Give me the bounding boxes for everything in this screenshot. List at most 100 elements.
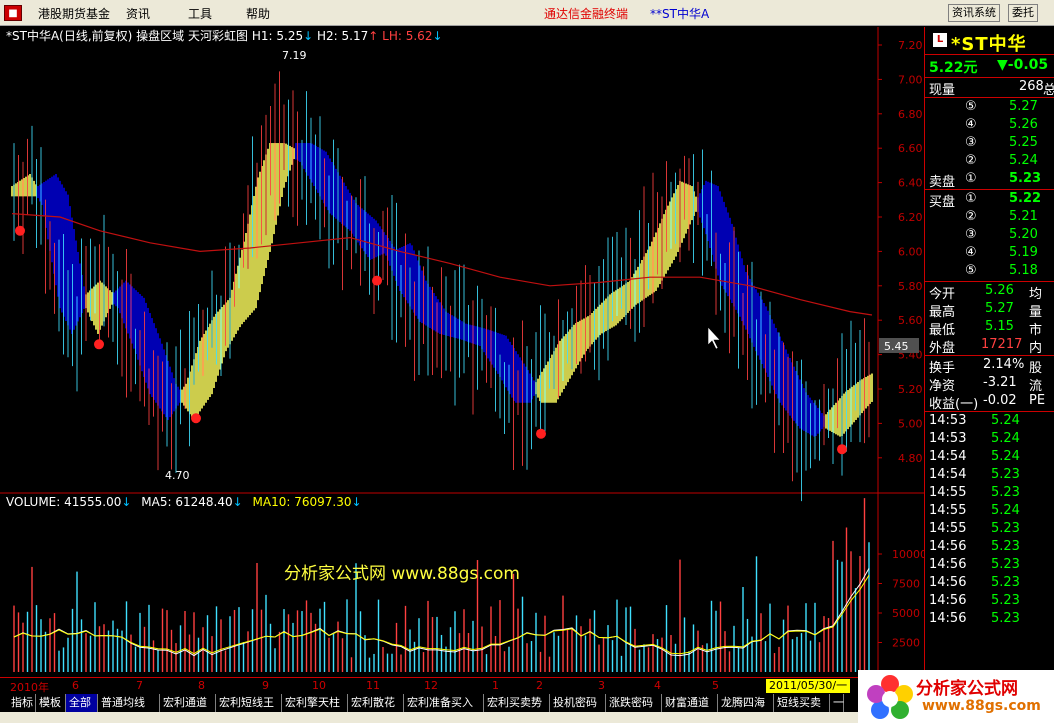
lh-value: 5.62 xyxy=(405,29,433,43)
sell-level-price: 5.27 xyxy=(1009,99,1038,114)
tab-14[interactable]: 短线买卖 xyxy=(774,694,830,712)
tab-7[interactable]: 宏利散花 xyxy=(348,694,404,712)
price-tick-label: 5.80 xyxy=(898,280,923,293)
stat-label: 今开 xyxy=(929,287,956,302)
time-tick: 2010年 xyxy=(10,681,49,694)
menu-help[interactable]: 帮助 xyxy=(246,5,270,22)
quote-stock-name: *ST中华 xyxy=(951,34,1027,55)
trade-button[interactable]: 委托 xyxy=(1008,4,1038,22)
time-tick: 7 xyxy=(136,679,143,692)
quote-header: L *ST中华 xyxy=(925,27,1054,55)
stat-label: 量 xyxy=(1029,305,1043,320)
quote-row: 14:55 5.23 xyxy=(925,521,1054,539)
tab-2[interactable]: 全部 xyxy=(66,694,98,712)
chart-stock-name: *ST中华A(日线,前复权) xyxy=(6,29,133,43)
tab-1[interactable]: 模板 xyxy=(36,694,66,712)
buy-signal-icon xyxy=(15,225,25,236)
tab-13[interactable]: 龙腾四海 xyxy=(718,694,774,712)
time-tick: 12 xyxy=(424,679,438,692)
price-tick-label: 6.60 xyxy=(898,142,923,155)
chart-canvas[interactable]: 7.207.006.806.606.406.206.005.805.605.40… xyxy=(0,27,924,677)
tick-price: 5.24 xyxy=(991,431,1020,446)
cursor-date: 2011/05/30/一 xyxy=(766,679,851,693)
sell-level-price: 5.26 xyxy=(1009,117,1038,132)
tick-time: 14:55 xyxy=(929,521,967,536)
menu-futures[interactable]: 港股期货基金 xyxy=(38,5,110,22)
kline-chart[interactable]: 7.20 7.00 6.80 6.60 6.40 6.20 6.00 5.80 5.60 5.40… xyxy=(0,27,924,677)
tick-price: 5.24 xyxy=(991,449,1020,464)
flower-logo-icon xyxy=(867,675,913,719)
volume-tick-label: 7500 xyxy=(892,578,920,591)
buy-level-price: 5.20 xyxy=(1009,227,1038,242)
tab-4[interactable]: 宏利通道 xyxy=(160,694,216,712)
chart-header: *ST中华A(日线,前复权) 操盘区域 天河彩虹图 H1: 5.25↓ H2: … xyxy=(6,27,443,44)
price-tick-label: 6.40 xyxy=(898,177,923,190)
quote-row: 14:56 5.23 xyxy=(925,593,1054,611)
tab-3[interactable]: 普通均线 xyxy=(98,694,160,712)
h1-label: H1: xyxy=(251,29,273,43)
volume-value: 268 xyxy=(1019,79,1044,94)
tab-0[interactable]: 指标 xyxy=(8,694,36,712)
price-change: ▼-0.05 xyxy=(997,57,1049,73)
tab-9[interactable]: 宏利买卖势 xyxy=(484,694,550,712)
divider xyxy=(925,411,1054,412)
stat-value: 5.15 xyxy=(985,319,1014,334)
ma10-label: MA10: xyxy=(252,495,291,509)
sell-level-index: ④ xyxy=(965,117,977,132)
app-logo-icon: ■ xyxy=(4,5,22,21)
chart-subtitle: 天河彩虹图 xyxy=(188,29,249,43)
stat-label: 换手 xyxy=(929,361,956,376)
time-tick: 5 xyxy=(712,679,719,692)
logo-title: 分析家公式网 xyxy=(916,679,1018,699)
tab-6[interactable]: 宏利擎天柱 xyxy=(282,694,348,712)
tab-11[interactable]: 涨跌密码 xyxy=(606,694,662,712)
tick-price: 5.23 xyxy=(991,611,1020,626)
price-tick-label: 7.00 xyxy=(898,73,923,86)
tick-price: 5.24 xyxy=(991,413,1020,428)
tab-10[interactable]: 投机密码 xyxy=(550,694,606,712)
divider xyxy=(925,281,1054,282)
buy-level-price: 5.22 xyxy=(1009,191,1042,206)
stat-label: 外盘 xyxy=(929,341,956,356)
divider xyxy=(925,189,1054,190)
low-price-label: 4.70 xyxy=(165,469,190,482)
stat-label: 市 xyxy=(1029,323,1043,338)
sell-level-index: ⑤ xyxy=(965,99,977,114)
stat-value: 2.14% xyxy=(983,357,1025,372)
tick-time: 14:56 xyxy=(929,611,967,626)
down-arrow-icon: ↓ xyxy=(351,495,362,509)
menu-tools[interactable]: 工具 xyxy=(188,5,212,22)
h2-label: H2: xyxy=(317,29,338,43)
tick-time: 14:53 xyxy=(929,413,967,428)
stat-value: -3.21 xyxy=(983,375,1017,390)
divider xyxy=(925,77,1054,78)
tab-12[interactable]: 财富通道 xyxy=(662,694,718,712)
time-tick: 11 xyxy=(366,679,380,692)
quote-row: 换手 2.14% 股 xyxy=(925,357,1054,376)
chart-indicator-name: 操盘区域 xyxy=(136,29,185,43)
time-tick: 2 xyxy=(536,679,543,692)
stat-label: 均 xyxy=(1029,287,1043,302)
h1-value: 5.25 xyxy=(276,29,304,43)
menu-bar: ■ 港股期货基金 资讯 工具 帮助 通达信金融终端 **ST中华A 资讯系统 委… xyxy=(0,0,1054,26)
level2-badge: L xyxy=(933,33,947,47)
tab-8[interactable]: 宏利准备买入 xyxy=(404,694,484,712)
ma5-label: MA5: xyxy=(141,495,172,509)
stat-label: 流 xyxy=(1029,379,1043,394)
price-tick-label: 6.00 xyxy=(898,245,923,258)
quote-row: ④ 5.26 xyxy=(925,117,1054,135)
volume-value: 41555.00 xyxy=(64,495,122,509)
price-tick-label: 5.20 xyxy=(898,383,923,396)
quote-row: ④ 5.19 xyxy=(925,245,1054,263)
menu-news[interactable]: 资讯 xyxy=(126,5,150,22)
up-arrow-icon: ↑ xyxy=(368,29,379,43)
time-tick: 9 xyxy=(262,679,269,692)
quote-row: 卖盘 ① 5.23 xyxy=(925,171,1054,190)
news-system-button[interactable]: 资讯系统 xyxy=(948,4,1000,22)
ma10-value: 76097.30 xyxy=(294,495,352,509)
stat-label: 最低 xyxy=(929,323,956,338)
tab-15[interactable]: 一 xyxy=(830,694,844,712)
stat-label: 内 xyxy=(1029,341,1043,356)
tick-time: 14:56 xyxy=(929,539,967,554)
tab-5[interactable]: 宏利短线王 xyxy=(216,694,282,712)
